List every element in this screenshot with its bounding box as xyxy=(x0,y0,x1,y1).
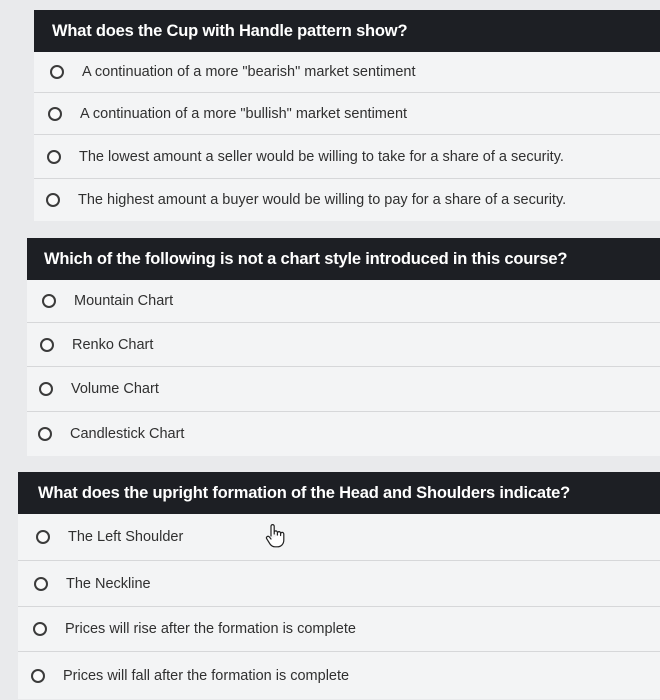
question-3-option-2[interactable]: The Neckline xyxy=(18,561,660,607)
radio-button[interactable] xyxy=(42,294,56,308)
question-3-option-3[interactable]: Prices will rise after the formation is … xyxy=(18,607,660,652)
option-label: Prices will rise after the formation is … xyxy=(65,621,356,637)
question-3-options: The Left Shoulder The Neckline Prices wi… xyxy=(18,514,660,699)
radio-button[interactable] xyxy=(31,668,45,683)
question-1: What does the Cup with Handle pattern sh… xyxy=(0,10,660,221)
radio-button[interactable] xyxy=(50,65,64,79)
option-label: Volume Chart xyxy=(71,381,159,397)
question-2-option-2[interactable]: Renko Chart xyxy=(27,323,660,367)
question-2-text: Which of the following is not a chart st… xyxy=(44,250,568,268)
option-label: Mountain Chart xyxy=(74,293,174,309)
option-label: A continuation of a more "bullish" marke… xyxy=(80,105,408,122)
question-3-text: What does the upright formation of the H… xyxy=(38,484,571,502)
question-1-title: What does the Cup with Handle pattern sh… xyxy=(34,10,660,52)
question-1-option-2[interactable]: A continuation of a more "bullish" marke… xyxy=(34,93,660,135)
radio-button[interactable] xyxy=(33,622,47,636)
question-2: Which of the following is not a chart st… xyxy=(0,238,660,456)
question-3-title: What does the upright formation of the H… xyxy=(18,472,660,514)
radio-button[interactable] xyxy=(40,337,54,352)
radio-button[interactable] xyxy=(38,427,52,441)
question-1-option-3[interactable]: The lowest amount a seller would be will… xyxy=(34,135,660,179)
radio-button[interactable] xyxy=(36,530,50,544)
radio-button[interactable] xyxy=(48,106,62,121)
radio-button[interactable] xyxy=(47,149,61,164)
question-1-option-4[interactable]: The highest amount a buyer would be will… xyxy=(34,179,660,221)
option-label: The lowest amount a seller would be will… xyxy=(79,148,564,165)
option-label: Renko Chart xyxy=(72,336,154,353)
question-1-options: A continuation of a more "bearish" marke… xyxy=(34,52,660,221)
hand-pointer-icon xyxy=(265,524,285,548)
option-label: The Neckline xyxy=(66,575,151,592)
option-label: Candlestick Chart xyxy=(70,426,185,442)
question-2-option-4[interactable]: Candlestick Chart xyxy=(27,412,660,456)
question-2-option-1[interactable]: Mountain Chart xyxy=(27,280,660,323)
option-label: Prices will fall after the formation is … xyxy=(63,667,350,684)
option-label: The highest amount a buyer would be will… xyxy=(78,192,567,208)
question-3-option-4[interactable]: Prices will fall after the formation is … xyxy=(18,652,660,699)
option-label: The Left Shoulder xyxy=(68,529,184,545)
option-label: A continuation of a more "bearish" marke… xyxy=(82,64,416,80)
question-2-options: Mountain Chart Renko Chart Volume Chart … xyxy=(27,280,660,456)
radio-button[interactable] xyxy=(34,576,48,591)
question-1-option-1[interactable]: A continuation of a more "bearish" marke… xyxy=(34,52,660,93)
question-1-text: What does the Cup with Handle pattern sh… xyxy=(52,22,408,40)
radio-button[interactable] xyxy=(46,193,60,207)
radio-button[interactable] xyxy=(39,382,53,396)
question-2-option-3[interactable]: Volume Chart xyxy=(27,367,660,412)
question-3: What does the upright formation of the H… xyxy=(0,472,660,699)
question-2-title: Which of the following is not a chart st… xyxy=(27,238,660,280)
question-3-option-1[interactable]: The Left Shoulder xyxy=(18,514,660,561)
